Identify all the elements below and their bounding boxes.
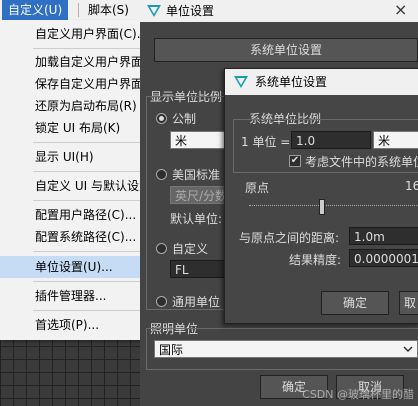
dialog-title: 单位设置 (166, 4, 215, 18)
menu-item-preferences[interactable]: 首选项(P)... (0, 314, 140, 336)
menu-separator (78, 3, 79, 17)
generic-units-label: 通用单位 (172, 295, 221, 309)
menu-item-label: 配置用户路径(C)... (35, 208, 137, 222)
us-standard-radio[interactable] (156, 169, 167, 180)
metric-unit-select[interactable]: 米 (170, 131, 230, 149)
respect-files-checkbox[interactable]: ✔ (289, 155, 301, 167)
distance-label: 与原点之间的距离: (239, 231, 340, 245)
metric-radio[interactable] (156, 113, 167, 124)
menu-item-plugin-manager[interactable]: 插件管理器... (0, 285, 140, 307)
menu-item-label: 配置系统路径(C)... (35, 230, 137, 244)
menu-item-label: 自定义用户界面(C)... (35, 27, 140, 41)
menu-item-label: 显示 UI(H) (35, 150, 94, 164)
menu-script[interactable]: 脚本(S) (82, 0, 135, 20)
menu-item-ui-switcher[interactable]: 自定义 UI 与默认设置切换器 (0, 175, 140, 197)
app-logo-icon (234, 76, 248, 88)
unit-scale-input[interactable]: 1.0 (291, 131, 371, 149)
watermark: CSDN @玻璃杯里的醋 (302, 388, 414, 401)
menu-item-configure-user-paths[interactable]: 配置用户路径(C)... (0, 204, 140, 226)
us-standard-label: 美国标准 (172, 168, 221, 182)
one-unit-label: 1 单位 = (241, 135, 291, 149)
ok-button[interactable]: 确定 (321, 291, 389, 315)
menu-item-show-ui[interactable]: 显示 UI(H) (0, 146, 140, 168)
customize-menu: 自定义用户界面(C)... 加载自定义用户界面方案... 保存自定义用户界面方案… (0, 20, 141, 340)
menu-item-label: 首选项(P)... (35, 318, 100, 332)
menu-item-label: 还原为启动布局(R) (35, 99, 137, 113)
cancel-button[interactable]: 取 (399, 291, 418, 315)
precision-field: 0.00000011920 (349, 249, 418, 267)
dialog-title-bar: 单位设置 × (140, 0, 418, 22)
precision-label: 结果精度: (289, 253, 342, 267)
dialog-title: 系统单位设置 (255, 75, 328, 89)
menu-separator (33, 281, 140, 282)
menu-item-configure-system-paths[interactable]: 配置系统路径(C)... (0, 226, 140, 248)
menu-separator (33, 48, 140, 49)
menu-bar: 自定义(U) 脚本(S) (0, 0, 140, 21)
menu-item-label: 自定义 UI 与默认设置切换器 (35, 179, 140, 193)
menu-separator (33, 251, 140, 252)
menu-separator (33, 171, 140, 172)
lighting-units-select[interactable]: 国际 (154, 340, 418, 358)
custom-unit-field[interactable]: FL (170, 260, 230, 278)
distance-field: 1.0m (349, 227, 418, 245)
menu-separator (33, 142, 140, 143)
menu-item-revert-layout[interactable]: 还原为启动布局(R) (0, 95, 140, 117)
menu-separator (33, 310, 140, 311)
system-unit-setup-button[interactable]: 系统单位设置 (154, 38, 418, 62)
menu-item-label: 加载自定义用户界面方案... (35, 55, 140, 69)
chevron-down-icon (403, 346, 413, 353)
menu-item-save-ui-scheme[interactable]: 保存自定义用户界面方案... (0, 73, 140, 95)
us-standard-unit-select[interactable]: 英尺/分数 (170, 186, 230, 204)
origin-value: 16 (405, 179, 418, 193)
custom-radio[interactable] (156, 243, 167, 254)
menu-customize[interactable]: 自定义(U) (2, 0, 69, 20)
menu-item-label: 单位设置(U)... (35, 260, 113, 274)
menu-separator (33, 200, 140, 201)
origin-label: 原点 (245, 181, 270, 195)
origin-slider-track[interactable] (249, 205, 417, 206)
metric-label: 公制 (172, 112, 197, 126)
close-icon[interactable]: × (394, 0, 407, 19)
origin-slider-thumb[interactable] (319, 199, 325, 215)
menu-item-label: 插件管理器... (35, 289, 107, 303)
generic-units-radio[interactable] (156, 296, 167, 307)
menu-item-label: 锁定 UI 布局(K) (35, 121, 121, 135)
system-unit-setup-dialog: 系统单位设置 系统单位比例 1 单位 = 1.0 米 ✔ 考虑文件中的系统单位 … (224, 68, 418, 324)
default-units-label: 默认单位: (170, 212, 223, 226)
unit-scale-select[interactable]: 米 (373, 131, 418, 149)
app-logo-icon (147, 5, 161, 17)
lighting-units-value: 国际 (159, 343, 184, 357)
custom-label: 自定义 (172, 242, 209, 256)
menu-item-load-ui-scheme[interactable]: 加载自定义用户界面方案... (0, 51, 140, 73)
menu-item-units-setup[interactable]: 单位设置(U)... (0, 256, 140, 278)
dialog-title-bar: 系统单位设置 (225, 69, 418, 95)
menu-item-label: 保存自定义用户界面方案... (35, 77, 140, 91)
respect-files-label: 考虑文件中的系统单位 (305, 155, 418, 169)
menu-item-lock-ui-layout[interactable]: 锁定 UI 布局(K) (0, 117, 140, 139)
menu-item-customize-ui[interactable]: 自定义用户界面(C)... (0, 23, 140, 45)
